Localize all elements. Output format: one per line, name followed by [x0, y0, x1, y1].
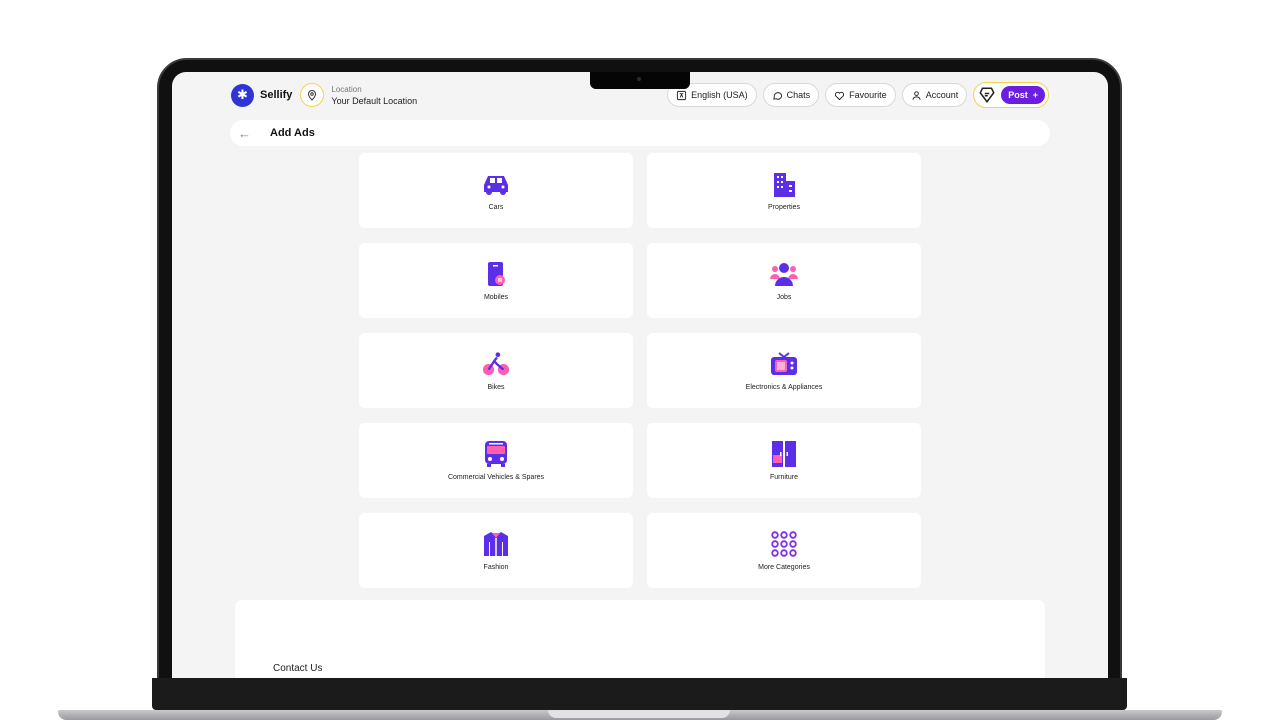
car-icon [482, 170, 510, 198]
chats-label: Chats [786, 90, 811, 100]
plus-icon: + [1032, 90, 1038, 100]
location-label: Location [331, 84, 362, 94]
post-label: Post [1008, 90, 1028, 100]
contact-us-link[interactable]: Contact Us [273, 663, 322, 674]
screen-bezel-bottom [152, 678, 1127, 710]
wardrobe-icon [770, 440, 798, 468]
camera-icon [637, 77, 641, 81]
logo-icon[interactable]: ✱ [231, 83, 254, 107]
category-card-furniture[interactable]: Furniture [647, 423, 921, 498]
category-card-fashion[interactable]: Fashion [359, 513, 633, 588]
category-card-more-categories[interactable]: More Categories [647, 513, 921, 588]
page-title: Add Ads [270, 127, 315, 139]
location-selector[interactable]: Location Your Default Location [331, 85, 417, 106]
nav-actions: English (USA) Chats Favourite Account Po… [667, 82, 1049, 108]
jobs-icon [770, 260, 798, 288]
category-label: Bikes [487, 384, 505, 391]
category-card-jobs[interactable]: Jobs [647, 243, 921, 318]
category-card-properties[interactable]: Properties [647, 153, 921, 228]
user-icon [912, 90, 921, 100]
bike-icon [482, 350, 510, 378]
chat-icon [772, 91, 782, 100]
category-card-mobiles[interactable]: Mobiles [359, 243, 633, 318]
account-label: Account [925, 90, 959, 100]
category-card-electronics[interactable]: Electronics & Appliances [647, 333, 921, 408]
category-label: Electronics & Appliances [745, 384, 823, 391]
favourite-button[interactable]: Favourite [825, 83, 896, 107]
camera-notch [590, 72, 690, 89]
category-label: Jobs [776, 294, 792, 301]
category-card-commercial-vehicles[interactable]: Commercial Vehicles & Spares [359, 423, 633, 498]
category-label: Mobiles [483, 294, 509, 301]
sell-tag-icon[interactable] [977, 85, 997, 105]
laptop-base-notch [548, 710, 730, 718]
post-button[interactable]: Post + [1001, 86, 1045, 104]
page-title-bar: ← Add Ads [230, 120, 1050, 146]
post-area: Post + [973, 82, 1049, 108]
category-card-bikes[interactable]: Bikes [359, 333, 633, 408]
favourite-label: Favourite [849, 90, 887, 100]
category-label: More Categories [758, 564, 810, 571]
account-button[interactable]: Account [901, 83, 968, 107]
bus-icon [482, 440, 510, 468]
category-card-cars[interactable]: Cars [359, 153, 633, 228]
back-arrow-icon[interactable]: ← [238, 126, 254, 141]
category-label: Furniture [769, 474, 798, 481]
brand-name[interactable]: Sellify [260, 89, 292, 101]
tv-icon [770, 350, 798, 378]
category-label: Properties [768, 204, 800, 211]
language-label: English (USA) [691, 90, 748, 100]
building-icon [770, 170, 798, 198]
translate-icon [677, 90, 687, 100]
jacket-icon [482, 530, 510, 558]
category-label: Cars [488, 204, 504, 211]
category-label: Fashion [483, 564, 509, 571]
location-value: Your Default Location [331, 95, 418, 106]
category-label: Commercial Vehicles & Spares [447, 474, 545, 481]
location-pin-button[interactable] [300, 83, 325, 107]
chats-button[interactable]: Chats [762, 83, 820, 107]
grid-dots-icon [770, 530, 798, 558]
location-pin-icon [308, 90, 317, 101]
heart-icon [835, 91, 845, 100]
mobile-icon [482, 260, 510, 288]
footer: Contact Us [235, 600, 1045, 678]
screen: ✱ Sellify Location Your Default Location… [172, 72, 1108, 678]
